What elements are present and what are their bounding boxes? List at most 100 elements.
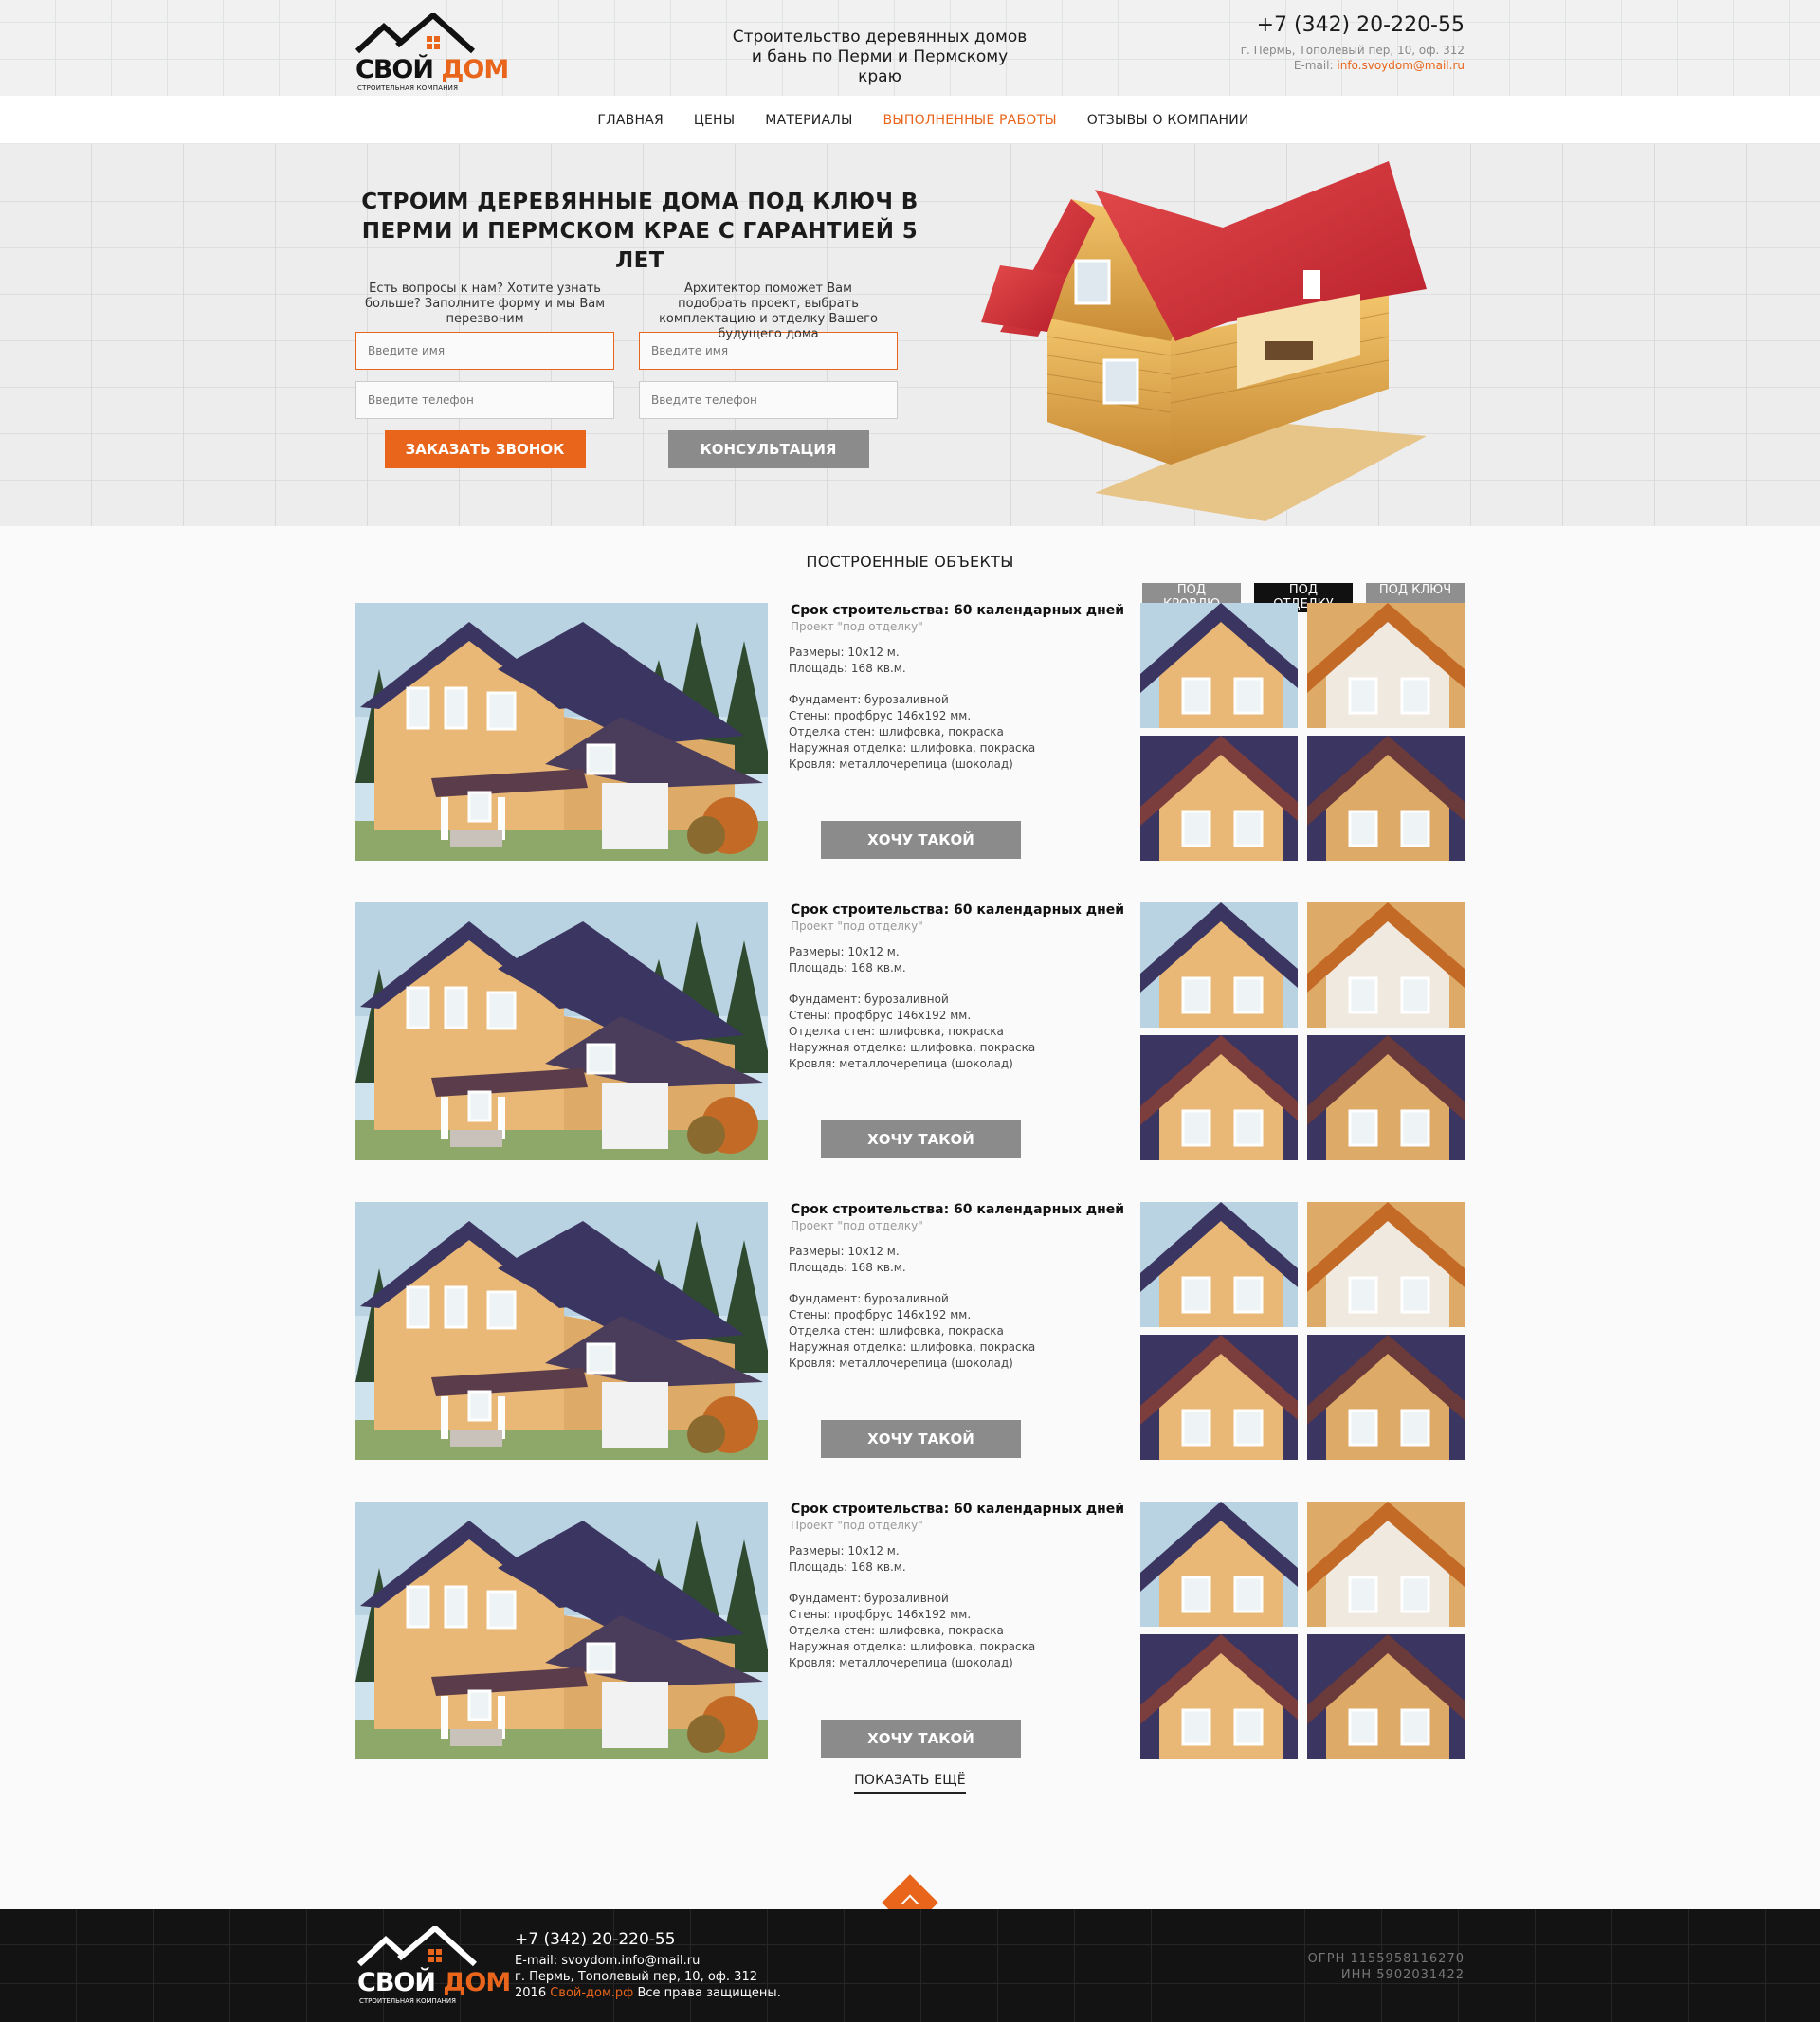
site-footer: СВОЙ ДОМ СТРОИТЕЛЬНАЯ КОМПАНИЯ +7 (342) … [0,1909,1820,2022]
footer-contacts: +7 (342) 20-220-55 E-mail: svoydom.info@… [515,1930,781,2001]
header-tagline: Строительство деревянных домов и бань по… [732,27,1028,86]
object-title: Срок строительства: 60 календарных дней [791,1502,1125,1517]
gallery-thumb[interactable] [1140,1202,1298,1327]
object-size: Размеры: 10х12 м. [789,1544,900,1557]
gallery-thumb[interactable] [1140,1335,1298,1460]
nav-item[interactable]: ЦЕНЫ [694,113,735,128]
footer-logo-subtitle: СТРОИТЕЛЬНАЯ КОМПАНИЯ [359,1997,456,2005]
footer-email-link[interactable]: svoydom.info@mail.ru [561,1954,700,1968]
object-outer-finish: Наружная отделка: шлифовка, покраска [789,1340,1036,1354]
gallery-thumb[interactable] [1307,1634,1465,1759]
nav-item[interactable]: ОТЗЫВЫ О КОМПАНИИ [1087,113,1249,128]
object-wall-finish: Отделка стен: шлифовка, покраска [789,1025,1004,1038]
object-roof: Кровля: металлочерепица (шоколад) [789,1656,1013,1669]
object-gallery [1140,1202,1465,1460]
hero-house-image [981,161,1427,521]
gallery-thumb[interactable] [1307,1335,1465,1460]
header-address: г. Пермь, Тополевый пер, 10, оф. 312 [1240,44,1465,57]
consult-button[interactable]: КОНСУЛЬТАЦИЯ [667,430,869,468]
object-project: Проект "под отделку" [791,1219,923,1232]
object-info: Срок строительства: 60 календарных дней … [789,603,1130,773]
footer-email: E-mail: svoydom.info@mail.ru [515,1954,701,1968]
object-project: Проект "под отделку" [791,620,923,633]
object-walls: Стены: профбрус 146х192 мм. [789,1009,972,1022]
object-roof: Кровля: металлочерепица (шоколад) [789,1357,1013,1370]
show-more-link[interactable]: ПОКАЗАТЬ ЕЩЁ [854,1773,966,1794]
consult-form: Архитектор поможет Вам подобрать проект,… [639,282,898,468]
object-foundation: Фундамент: бурозаливной [789,1292,949,1305]
want-this-button[interactable]: ХОЧУ ТАКОЙ [821,1720,1021,1758]
object-main-photo[interactable] [355,603,768,861]
object-roof: Кровля: металлочерепица (шоколад) [789,757,1013,771]
house-roof-icon [355,13,475,54]
gallery-thumb[interactable] [1307,1502,1465,1627]
want-this-button[interactable]: ХОЧУ ТАКОЙ [821,1120,1021,1158]
object-main-photo[interactable] [355,1502,768,1759]
object-area: Площадь: 168 кв.м. [789,1560,906,1574]
object-roof: Кровля: металлочерепица (шоколад) [789,1057,1013,1070]
footer-phone[interactable]: +7 (342) 20-220-55 [515,1930,781,1949]
logo-subtitle: СТРОИТЕЛЬНАЯ КОМПАНИЯ [357,84,459,92]
footer-logo[interactable]: СВОЙ ДОМ СТРОИТЕЛЬНАЯ КОМПАНИЯ [357,1926,511,2005]
consult-phone-input[interactable] [639,381,898,419]
object-title: Срок строительства: 60 календарных дней [791,1202,1125,1217]
logo[interactable]: СВОЙ ДОМ СТРОИТЕЛЬНАЯ КОМПАНИЯ [355,13,509,92]
object-wall-finish: Отделка стен: шлифовка, покраска [789,725,1004,738]
object-gallery [1140,902,1465,1160]
gallery-thumb[interactable] [1140,902,1298,1028]
object-walls: Стены: профбрус 146х192 мм. [789,1608,972,1621]
callback-name-input[interactable] [355,332,614,370]
gallery-thumb[interactable] [1140,1502,1298,1627]
gallery-thumb[interactable] [1307,736,1465,861]
house-roof-icon [357,1926,477,1967]
gallery-thumb[interactable] [1140,603,1298,728]
object-project: Проект "под отделку" [791,1519,923,1532]
gallery-thumb[interactable] [1307,1035,1465,1160]
object-foundation: Фундамент: бурозаливной [789,1592,949,1605]
callback-text: Есть вопросы к нам? Хотите узнать больше… [365,282,606,326]
object-size: Размеры: 10х12 м. [789,646,900,659]
object-size: Размеры: 10х12 м. [789,945,900,958]
object-wall-finish: Отделка стен: шлифовка, покраска [789,1324,1004,1338]
logo-text: СВОЙ ДОМ [355,55,509,84]
object-main-photo[interactable] [355,1202,768,1460]
object-foundation: Фундамент: бурозаливной [789,693,949,706]
object-size: Размеры: 10х12 м. [789,1245,900,1258]
nav-item[interactable]: ГЛАВНАЯ [597,113,663,128]
footer-logo-text: СВОЙ ДОМ [357,1968,511,1997]
gallery-thumb[interactable] [1140,1035,1298,1160]
gallery-thumb[interactable] [1307,1202,1465,1327]
object-gallery [1140,1502,1465,1759]
header-phone[interactable]: +7 (342) 20-220-55 [1241,13,1465,37]
gallery-thumb[interactable] [1307,603,1465,728]
want-this-button[interactable]: ХОЧУ ТАКОЙ [821,1420,1021,1458]
want-this-button[interactable]: ХОЧУ ТАКОЙ [821,821,1021,859]
object-wall-finish: Отделка стен: шлифовка, покраска [789,1624,1004,1637]
object-main-photo[interactable] [355,902,768,1160]
footer-ogrn: ОГРН 1155958116270 [1307,1952,1465,1966]
gallery-thumb[interactable] [1307,902,1465,1028]
object-area: Площадь: 168 кв.м. [789,662,906,675]
nav-item[interactable]: МАТЕРИАЛЫ [765,113,852,128]
object-walls: Стены: профбрус 146х192 мм. [789,709,972,722]
object-walls: Стены: профбрус 146х192 мм. [789,1308,972,1321]
footer-site-link[interactable]: Свой-дом.рф [550,1986,633,2000]
object-info: Срок строительства: 60 календарных дней … [789,1202,1130,1372]
nav-item[interactable]: ВЫПОЛНЕННЫЕ РАБОТЫ [883,113,1057,128]
object-outer-finish: Наружная отделка: шлифовка, покраска [789,1041,1036,1054]
callback-form: Есть вопросы к нам? Хотите узнать больше… [355,282,614,468]
site-header: СВОЙ ДОМ СТРОИТЕЛЬНАЯ КОМПАНИЯ Строитель… [0,0,1820,96]
object-card: Срок строительства: 60 календарных дней … [355,603,1465,861]
object-outer-finish: Наружная отделка: шлифовка, покраска [789,1640,1036,1653]
footer-inn: ИНН 5902031422 [1340,1968,1465,1982]
gallery-thumb[interactable] [1140,1634,1298,1759]
object-card: Срок строительства: 60 календарных дней … [355,902,1465,1160]
object-foundation: Фундамент: бурозаливной [789,993,949,1006]
object-gallery [1140,603,1465,861]
order-call-button[interactable]: ЗАКАЗАТЬ ЗВОНОК [384,430,586,468]
header-email-link[interactable]: info.svoydom@mail.ru [1337,59,1465,72]
callback-phone-input[interactable] [355,381,614,419]
objects-title: ПОСТРОЕННЫЕ ОБЪЕКТЫ [806,553,1014,571]
hero-title: СТРОИМ ДЕРЕВЯННЫЕ ДОМА ПОД КЛЮЧ В ПЕРМИ И… [361,190,919,273]
gallery-thumb[interactable] [1140,736,1298,861]
